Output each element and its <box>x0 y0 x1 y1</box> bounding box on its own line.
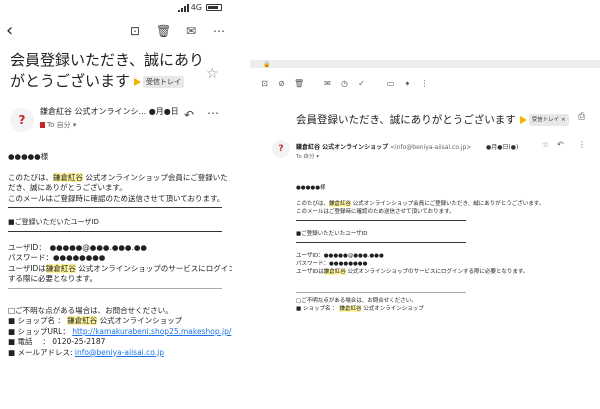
sender-avatar: ? <box>10 108 34 132</box>
section-title: ■ご登録いただいたユーザID <box>296 231 368 237</box>
more-icon[interactable]: ⋮ <box>420 79 429 88</box>
intro-line: このたびは、鎌倉紅谷 公式オンラインショップ会員にご登録いただき、誠にありがとう… <box>296 201 545 207</box>
email-link[interactable]: info@beniya-aiisai.co.jp <box>75 348 164 357</box>
inbox-label[interactable]: 受信トレイ × <box>528 114 569 126</box>
password-line: パスワード：●●●●●●●● <box>296 261 368 267</box>
more-options-icon[interactable]: ⋯ <box>207 106 219 120</box>
intro-line: このたびは、鎌倉紅谷 公式オンラインショップ会員にご登録いた <box>8 172 228 182</box>
recipient-icon <box>40 122 45 128</box>
email-date: ●月●日 <box>148 107 179 116</box>
label-icon[interactable]: ➧ <box>403 79 412 88</box>
inbox-label[interactable]: 受信トレイ <box>143 75 185 88</box>
more-icon[interactable]: ⋯ <box>212 24 226 38</box>
divider <box>8 207 222 208</box>
move-to-icon[interactable]: ▭ <box>386 79 395 88</box>
mobile-email-view: 4G ‹ ⊡ 🗑 ✉ ⋯ 会員登録いただき、誠にありがとうございます 受信トレイ … <box>0 0 232 409</box>
status-bar: 4G <box>177 3 222 12</box>
greeting: ●●●●●様 <box>296 185 326 191</box>
sender-address: <info@beniya-aiisai.co.jp> <box>390 144 472 151</box>
sender-avatar: ? <box>272 140 290 158</box>
sender-row[interactable]: 鎌倉紅谷 公式オンラインシ... ●月●日 <box>40 106 179 117</box>
star-icon[interactable]: ☆ <box>206 66 219 82</box>
email-body: ●●●●●様 このたびは、鎌倉紅谷 公式オンラインショップ会員にご登録いただき、… <box>296 184 586 313</box>
intro-line: だき、誠にありがとうございます。 <box>8 183 127 192</box>
mail-icon[interactable]: ✉ <box>184 24 198 38</box>
archive-icon[interactable]: ⊡ <box>260 79 269 88</box>
spam-icon[interactable]: ⊘ <box>277 79 286 88</box>
mobile-toolbar: ⊡ 🗑 ✉ ⋯ <box>128 24 226 38</box>
shop-url-line: ■ ショップURL： http://kamakurabeni.shop25.ma… <box>8 326 232 336</box>
userid-line: ユーザID：●●●●●@●●●.●●● <box>296 253 384 259</box>
shop-name-line: ■ ショップ名 ： 鎌倉紅谷 公式オンラインショップ <box>8 316 183 325</box>
star-icon[interactable]: ☆ <box>542 140 549 149</box>
contact-title: □ご不明な点がある場合は、お問合せください。 <box>296 298 417 304</box>
reply-icon[interactable]: ↶ <box>184 108 194 122</box>
shop-url-link[interactable]: http://kamakurabeni.shop25.makeshop.jp/ <box>72 327 231 336</box>
sender-name: 鎌倉紅谷 公式オンラインショップ <box>296 144 389 151</box>
divider <box>8 287 222 289</box>
login-note: する際に必要となります。 <box>8 274 98 283</box>
email-subject: 会員登録いただき、誠にありがとうございます 受信トレイ × <box>296 112 569 127</box>
divider <box>296 292 466 293</box>
delete-icon[interactable]: 🗑 <box>156 24 171 38</box>
battery-icon <box>206 4 222 11</box>
divider <box>8 230 222 232</box>
email-date: ●月●日(●) <box>486 144 519 151</box>
mark-unread-icon[interactable]: ✉ <box>323 79 332 88</box>
email-body: ●●●●●様 このたびは、鎌倉紅谷 公式オンラインショップ会員にご登録いた だき… <box>8 152 232 358</box>
print-icon[interactable]: ⎙ <box>578 112 585 122</box>
reply-icon[interactable]: ↶ <box>557 140 564 149</box>
recipient-label: To 自分 <box>47 121 71 129</box>
snooze-icon[interactable]: ◷ <box>340 79 349 88</box>
intro-line: このメールはご登録時に確認のため送信させて頂いております。 <box>296 209 455 215</box>
desktop-email-view: 🔒 ⊡ ⊘ 🗑 ✉ ◷ ✓ ▭ ➧ ⋮ 会員登録いただき、誠にありがとうございま… <box>250 60 600 409</box>
password-line: パスワード：●●●●●●●● <box>8 253 106 262</box>
delete-icon[interactable]: 🗑 <box>294 79 304 88</box>
shop-name-line: ■ ショップ名 ： 鎌倉紅谷 公式オンラインショップ <box>296 306 424 312</box>
subject-text: 会員登録いただき、誠にありがとうございます <box>296 114 516 126</box>
email-line: ■ メールアドレス: info@beniya-aiisai.co.jp <box>8 347 164 357</box>
userid-line: ユーザID： ●●●●●@●●●.●●●.●● <box>8 242 147 252</box>
desktop-toolbar: ⊡ ⊘ 🗑 ✉ ◷ ✓ ▭ ➧ ⋮ <box>260 79 429 88</box>
browser-bar <box>250 60 600 68</box>
more-options-icon[interactable]: ⋮ <box>578 140 586 149</box>
lock-icon: 🔒 <box>263 61 271 68</box>
login-note: ユーザIDは鎌倉紅谷 公式オンラインショップのサービスにログインする際に必要とな… <box>296 269 529 275</box>
important-marker-icon[interactable] <box>134 77 142 86</box>
archive-icon[interactable]: ⊡ <box>128 24 142 38</box>
intro-line: このメールはご登録時に確認のため送信させて頂いております。 <box>8 193 225 203</box>
divider <box>296 242 466 243</box>
back-arrow-icon[interactable]: ‹ <box>6 22 13 40</box>
greeting: ●●●●●様 <box>8 152 49 161</box>
phone-line: ■ 電話 ： 0120-25-2187 <box>8 337 106 346</box>
important-marker-icon[interactable] <box>519 116 527 124</box>
recipient-label: To 自分 <box>296 154 315 160</box>
network-label: 4G <box>190 3 202 12</box>
contact-title: □ご不明な点がある場合は、お問合せください。 <box>8 305 173 315</box>
task-icon[interactable]: ✓ <box>357 79 366 88</box>
recipient-row[interactable]: To 自分 ▾ <box>40 120 76 130</box>
signal-icon <box>177 3 189 12</box>
divider <box>296 220 466 221</box>
recipient-row[interactable]: To 自分 ▾ <box>296 152 319 160</box>
email-subject: 会員登録いただき、誠にありがとうございます 受信トレイ <box>10 50 210 92</box>
sender-name: 鎌倉紅谷 公式オンラインシ... <box>40 107 147 116</box>
login-note: ユーザIDは鎌倉紅谷 公式オンラインショップのサービスにログイン <box>8 263 232 273</box>
section-title: ■ご登録いただいたユーザID <box>8 218 99 226</box>
sender-row[interactable]: 鎌倉紅谷 公式オンラインショップ <info@beniya-aiisai.co.… <box>296 142 471 151</box>
